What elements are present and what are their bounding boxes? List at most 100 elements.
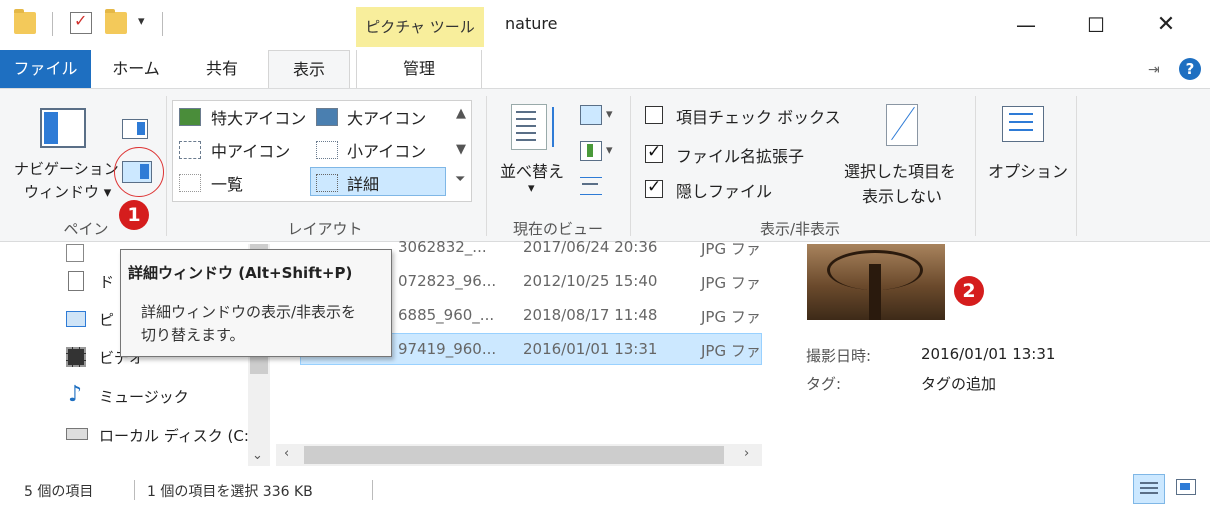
status-separator	[372, 480, 373, 500]
file-type: JPG ファ	[701, 308, 761, 326]
status-item-count: 5 個の項目	[24, 484, 94, 500]
group-separator	[975, 96, 976, 236]
small-icons-icon	[316, 141, 338, 159]
layout-group-label: レイアウト	[287, 220, 363, 238]
music-icon: ♪	[68, 382, 83, 407]
scroll-right-icon[interactable]: ›	[744, 446, 749, 461]
file-name[interactable]: 072823_96...	[398, 272, 496, 290]
file-extensions-checkbox[interactable]	[645, 142, 663, 163]
qat-separator	[52, 12, 53, 36]
tooltip-title: 詳細ウィンドウ (Alt+Shift+P)	[128, 264, 353, 282]
file-name[interactable]: 3062832_...	[398, 238, 487, 256]
pin-ribbon-icon[interactable]: ⇥	[1148, 62, 1168, 78]
sort-by-dropdown-icon[interactable]: ▾	[528, 181, 535, 196]
gallery-scroll-up-icon[interactable]: ▲	[456, 106, 466, 121]
document-icon	[68, 271, 84, 291]
preview-thumbnail	[807, 244, 945, 320]
tab-file[interactable]: ファイル	[0, 50, 91, 88]
layout-extra-large-icons[interactable]: 特大アイコン	[211, 105, 306, 129]
navigation-pane-icon[interactable]	[40, 108, 86, 148]
desktop-icon	[66, 244, 84, 262]
file-date: 2016/01/01 13:31	[523, 340, 658, 358]
details-view-button[interactable]	[1133, 474, 1165, 504]
hide-selected-label-2[interactable]: 表示しない	[862, 183, 942, 207]
preview-pane-icon[interactable]	[122, 119, 148, 139]
status-selection: 1 個の項目を選択 336 KB	[147, 484, 313, 500]
sort-by-icon[interactable]	[511, 104, 554, 150]
annotation-badge-2: 2	[954, 276, 984, 306]
file-date: 2017/06/24 20:36	[523, 238, 658, 256]
properties-icon[interactable]	[70, 11, 92, 34]
drive-icon	[66, 428, 88, 440]
navigation-pane-label-2[interactable]: ウィンドウ ▾	[24, 181, 111, 202]
nav-item-music[interactable]: ミュージック	[99, 386, 189, 407]
gallery-scroll-down-icon[interactable]: ▼	[456, 142, 466, 157]
tooltip-body-line2: 切り替えます。	[141, 326, 245, 344]
details-pane-icon[interactable]	[122, 161, 152, 183]
layout-medium-icons[interactable]: 中アイコン	[211, 138, 290, 162]
scroll-left-icon[interactable]: ‹	[284, 446, 289, 461]
minimize-button[interactable]: —	[1003, 8, 1049, 42]
options-button[interactable]: オプション	[988, 158, 1068, 182]
tab-home[interactable]: ホーム	[100, 50, 172, 88]
picture-tools-label: ピクチャ ツール	[356, 7, 484, 47]
layout-details[interactable]: 詳細	[347, 171, 379, 195]
add-columns-icon[interactable]	[580, 141, 602, 161]
layout-small-icons[interactable]: 小アイコン	[347, 138, 426, 162]
layout-large-icons[interactable]: 大アイコン	[347, 105, 426, 129]
tab-manage[interactable]: 管理	[356, 50, 482, 88]
file-list-hscrollbar-thumb[interactable]	[304, 446, 724, 464]
window-title: nature	[505, 14, 558, 33]
file-name[interactable]: 97419_960...	[398, 340, 496, 358]
hidden-items-label[interactable]: 隠しファイル	[676, 178, 772, 202]
layout-list[interactable]: 一覧	[211, 171, 243, 195]
file-extensions-label[interactable]: ファイル名拡張子	[676, 143, 804, 167]
file-name[interactable]: 6885_960_...	[398, 306, 494, 324]
tab-view[interactable]: 表示	[268, 50, 350, 90]
nav-item-local-disk[interactable]: ローカル ディスク (C:	[99, 425, 249, 446]
add-columns-dropdown-icon[interactable]: ▾	[606, 143, 613, 158]
hide-selected-label[interactable]: 選択した項目を	[844, 158, 956, 182]
large-icons-icon	[316, 108, 338, 126]
close-button[interactable]: ✕	[1143, 8, 1189, 42]
group-separator	[486, 96, 487, 236]
file-type: JPG ファ	[701, 240, 761, 258]
pane-group-label: ペイン	[63, 220, 109, 238]
navigation-pane-label[interactable]: ナビゲーション	[14, 158, 119, 179]
details-icon	[316, 174, 338, 192]
sort-by-label[interactable]: 並べ替え	[500, 158, 564, 182]
item-checkboxes-checkbox[interactable]	[645, 106, 663, 124]
qat-customize-icon[interactable]: ▾	[138, 14, 145, 29]
size-columns-to-fit-icon[interactable]	[580, 177, 602, 195]
video-icon	[66, 347, 86, 367]
group-by-icon[interactable]	[580, 105, 602, 125]
maximize-button[interactable]: ☐	[1073, 8, 1119, 42]
hidden-items-checkbox[interactable]	[645, 177, 663, 198]
extra-large-icons-icon	[179, 108, 201, 126]
show-hide-group-label: 表示/非表示	[759, 220, 841, 238]
detail-label-date-taken: 撮影日時:	[806, 347, 872, 365]
ribbon-tab-row	[0, 50, 1210, 88]
nav-scroll-down-icon[interactable]: ⌄	[252, 448, 263, 463]
qat-separator	[162, 12, 163, 36]
new-folder-icon[interactable]	[105, 9, 127, 34]
hide-selected-items-icon[interactable]	[886, 104, 918, 146]
options-icon[interactable]	[1002, 106, 1044, 142]
gallery-expand-icon[interactable]: ⏷	[455, 172, 465, 187]
medium-icons-icon	[179, 141, 201, 159]
help-icon[interactable]: ?	[1179, 58, 1201, 80]
file-type: JPG ファ	[701, 342, 761, 360]
folder-icon[interactable]	[14, 9, 36, 34]
nav-item-documents[interactable]: ド	[99, 271, 114, 292]
group-by-dropdown-icon[interactable]: ▾	[606, 107, 613, 122]
file-date: 2018/08/17 11:48	[523, 306, 658, 324]
item-checkboxes-label[interactable]: 項目チェック ボックス	[676, 104, 841, 128]
nav-item-pictures[interactable]: ピ	[99, 309, 114, 330]
group-separator	[630, 96, 631, 236]
tab-share[interactable]: 共有	[186, 50, 258, 88]
large-icons-view-button[interactable]	[1176, 479, 1196, 495]
detail-value-tags[interactable]: タグの追加	[921, 373, 996, 394]
file-date: 2012/10/25 15:40	[523, 272, 658, 290]
file-type: JPG ファ	[701, 274, 761, 292]
status-separator	[134, 480, 135, 500]
